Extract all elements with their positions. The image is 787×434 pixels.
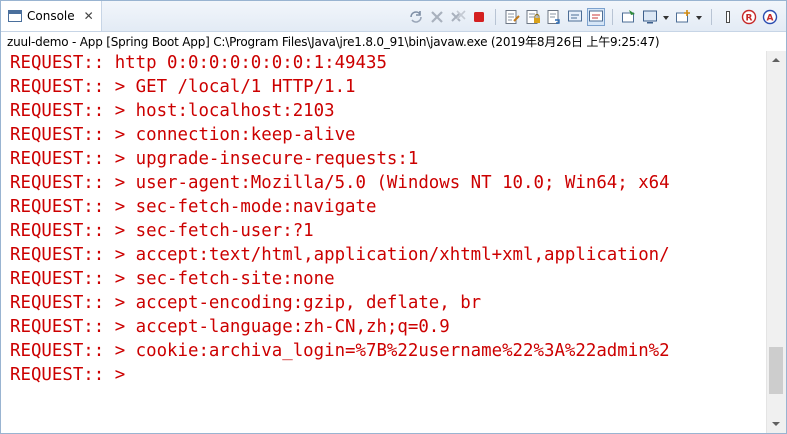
- terminate-relaunch-icon[interactable]: [408, 9, 424, 25]
- clear-console-icon[interactable]: [504, 9, 520, 25]
- toolbar-separator: [612, 9, 613, 25]
- console-line: REQUEST:: > accept-language:zh-CN,zh;q=0…: [10, 317, 450, 337]
- scroll-up-icon[interactable]: [767, 51, 786, 68]
- maximize-icon[interactable]: A: [762, 9, 778, 25]
- console-line: REQUEST:: > sec-fetch-user:?1: [10, 221, 314, 241]
- console-line: REQUEST:: > user-agent:Mozilla/5.0 (Wind…: [10, 173, 670, 193]
- console-toolbar: R A: [408, 8, 778, 26]
- remove-all-terminated-icon[interactable]: [450, 9, 466, 25]
- svg-text:R: R: [746, 14, 753, 24]
- console-line: REQUEST:: > connection:keep-alive: [10, 125, 356, 145]
- toolbar-separator: [495, 9, 496, 25]
- console-line: REQUEST:: > accept-encoding:gzip, deflat…: [10, 293, 482, 313]
- word-wrap-icon[interactable]: [546, 9, 562, 25]
- tab-label: Console: [27, 9, 75, 23]
- console-line: REQUEST:: > upgrade-insecure-requests:1: [10, 149, 419, 169]
- view-menu-icon[interactable]: [720, 9, 736, 25]
- open-console-icon[interactable]: [675, 9, 691, 25]
- console-line: REQUEST:: > GET /local/1 HTTP/1.1: [10, 77, 356, 97]
- console-output[interactable]: REQUEST:: http 0:0:0:0:0:0:0:1:49435REQU…: [10, 51, 764, 433]
- pin-console-icon[interactable]: [621, 9, 637, 25]
- chevron-down-icon[interactable]: [663, 9, 670, 25]
- close-icon[interactable]: ✕: [84, 10, 94, 22]
- launch-description: zuul-demo - App [Spring Boot App] C:\Pro…: [7, 35, 660, 49]
- toolbar-separator: [711, 9, 712, 25]
- console-icon: [8, 10, 22, 22]
- console-line: REQUEST:: http 0:0:0:0:0:0:0:1:49435: [10, 53, 387, 73]
- vertical-scrollbar[interactable]: [766, 51, 786, 433]
- view-tab-bar: Console ✕ R A: [1, 1, 786, 32]
- show-on-error-icon[interactable]: [587, 8, 605, 26]
- console-view: Console ✕ R A zuul-demo - App [Spring Bo…: [0, 0, 787, 434]
- svg-text:A: A: [767, 14, 774, 24]
- scroll-lock-icon[interactable]: [525, 9, 541, 25]
- tab-console[interactable]: Console ✕: [1, 1, 102, 31]
- scroll-down-icon[interactable]: [767, 416, 786, 433]
- console-line: REQUEST:: > sec-fetch-site:none: [10, 269, 335, 289]
- console-line: REQUEST:: > accept:text/html,application…: [10, 245, 670, 265]
- display-selected-console-icon[interactable]: [642, 9, 658, 25]
- console-line: REQUEST:: > host:localhost:2103: [10, 101, 335, 121]
- console-line: REQUEST:: > cookie:archiva_login=%7B%22u…: [10, 341, 670, 361]
- scrollbar-thumb[interactable]: [769, 347, 783, 394]
- remove-launch-icon[interactable]: [429, 9, 445, 25]
- chevron-down-icon[interactable]: [696, 9, 703, 25]
- console-line: REQUEST:: >: [10, 365, 126, 385]
- show-on-output-icon[interactable]: [567, 9, 583, 25]
- console-line: REQUEST:: > sec-fetch-mode:navigate: [10, 197, 377, 217]
- terminate-icon[interactable]: [471, 9, 487, 25]
- minimize-icon[interactable]: R: [741, 9, 757, 25]
